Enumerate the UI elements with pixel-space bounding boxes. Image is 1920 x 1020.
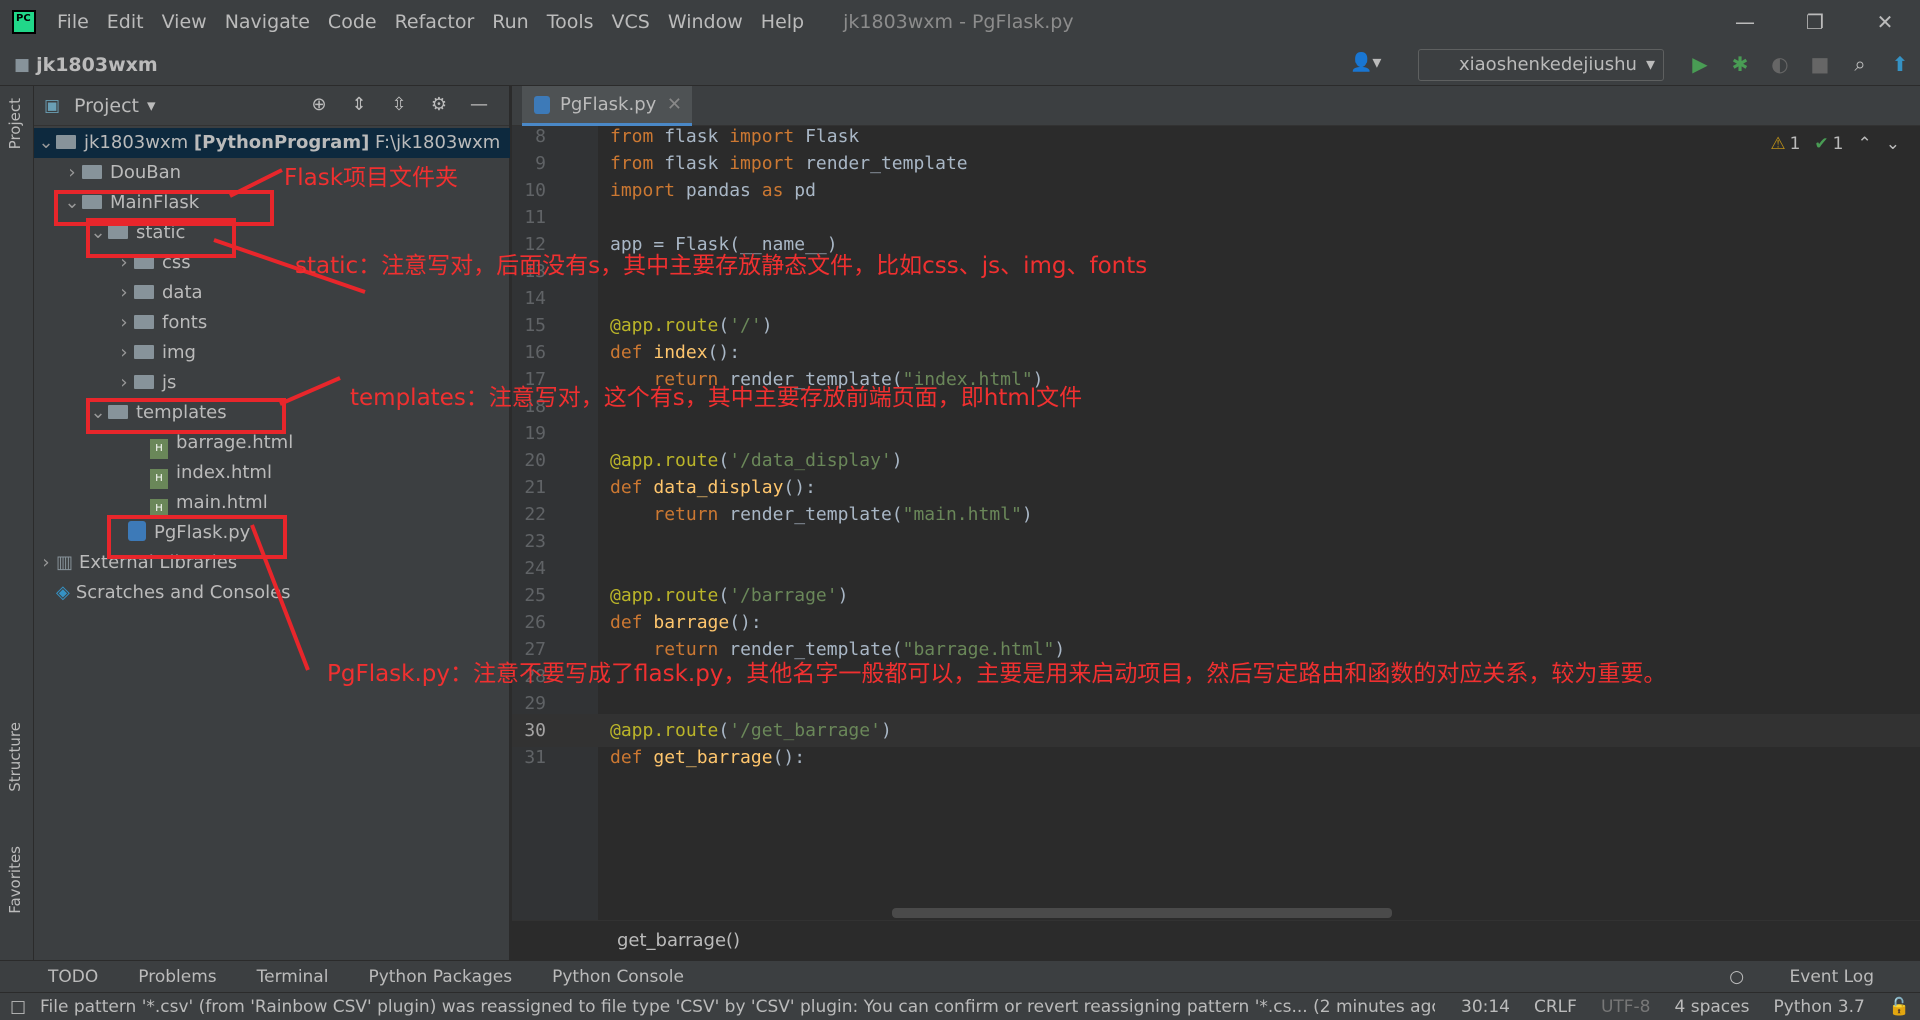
annotation-arrows [213,168,366,671]
annotation-templates: templates：注意写对，这个有s，其中主要存放前端页面，即html文件 [350,385,1083,411]
annotation-flask: Flask项目文件夹 [284,165,459,191]
annotation-static: static：注意写对，后面没有s，其中主要存放静态文件，比如css、js、im… [295,253,1148,279]
annotation-pgflask: PgFlask.py：注意不要写成了flask.py，其他名字一般都可以，主要是… [327,661,1667,687]
